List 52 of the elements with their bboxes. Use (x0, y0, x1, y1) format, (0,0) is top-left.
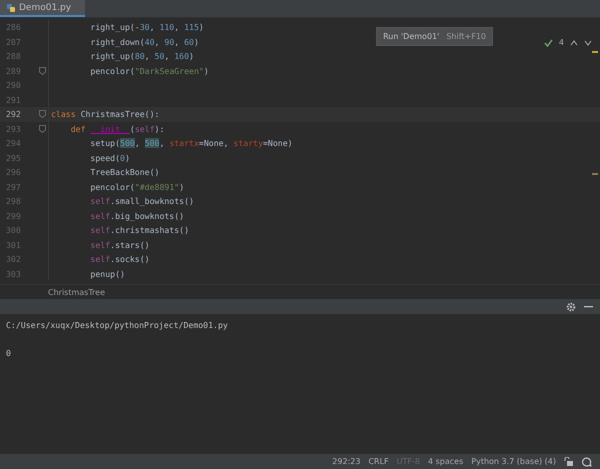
lock-icon[interactable] (564, 457, 573, 466)
inspection-count: 4 (558, 38, 564, 47)
line-number: 290 (5, 80, 22, 90)
code-line: class ChristmasTree(): (51, 109, 160, 120)
code-line: penup() (89, 268, 125, 279)
line-number: 293 (5, 124, 22, 134)
status-item[interactable]: 4 spaces (428, 457, 464, 466)
python-file-icon (6, 2, 16, 12)
console-output: 0 (6, 348, 11, 358)
code-line: self.socks() (89, 254, 150, 264)
code-line: self.stars() (89, 240, 150, 250)
status-item[interactable]: 292:23 (332, 457, 360, 466)
line-number: 287 (5, 36, 22, 47)
code-line: def __init__(self): (70, 124, 164, 134)
console-output: C:/Users/xuqx/Desktop/pythonProject/Demo01.py (6, 320, 228, 330)
line-number: 292 (5, 109, 22, 120)
line-number: 303 (5, 268, 22, 279)
line-number: 291 (5, 94, 22, 105)
fold-icon[interactable] (38, 124, 46, 133)
line-number: 297 (5, 182, 22, 192)
fold-icon[interactable] (38, 66, 46, 75)
run-tooltip: Run 'Demo01' Shift+F10 (376, 27, 493, 46)
code-line: right_up(80, 50, 160) (89, 51, 194, 62)
status-item[interactable]: CRLF (368, 457, 389, 466)
file-tab[interactable]: Demo01.py (0, 0, 86, 17)
line-number: 299 (5, 210, 22, 221)
code-line: pencolor("#de8891") (89, 182, 184, 192)
line-number: 302 (5, 254, 22, 264)
code-line: self.christmashats() (89, 225, 190, 236)
line-number: 295 (5, 152, 22, 163)
breadcrumb[interactable]: ChristmasTree (48, 288, 106, 296)
line-number: 296 (5, 167, 22, 178)
settings-icon[interactable] (566, 302, 576, 312)
speech-bubble-icon[interactable] (581, 456, 592, 466)
check-icon (544, 38, 553, 46)
line-number: 289 (5, 66, 22, 76)
code-line: right_down(40, 90, 60) (89, 36, 199, 47)
code-line: TreeBackBone() (89, 167, 160, 178)
code-line: right_up(-30, 110, 115) (89, 22, 204, 32)
line-number: 298 (5, 196, 22, 206)
code-line: pencolor("DarkSeaGreen") (89, 66, 209, 76)
line-number: 301 (5, 240, 22, 250)
code-line: setup(500, 500, startx=None, starty=None) (89, 138, 293, 148)
line-number: 288 (5, 51, 22, 62)
code-line: speed(0) (89, 152, 130, 163)
code-line: self.big_bowknots() (89, 210, 184, 221)
minimize-icon[interactable] (584, 305, 593, 308)
code-line: self.small_bowknots() (89, 196, 194, 206)
status-item[interactable]: Python 3.7 (base) (4) (471, 457, 556, 466)
line-number: 294 (5, 138, 22, 148)
line-number: 286 (5, 22, 22, 32)
line-number: 300 (5, 225, 22, 236)
